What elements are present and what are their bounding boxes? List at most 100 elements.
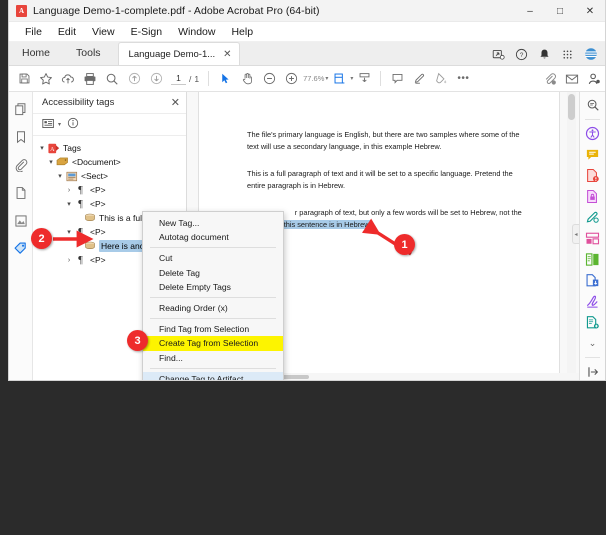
select-cursor-icon[interactable] bbox=[214, 68, 236, 90]
context-menu-item[interactable]: Reading Order (x) bbox=[143, 301, 283, 315]
callout-badge-1: 1 bbox=[394, 234, 415, 255]
panel-collapse-handle[interactable]: ◂ bbox=[572, 224, 579, 244]
save-icon[interactable] bbox=[13, 68, 35, 90]
upload-cloud-icon[interactable] bbox=[57, 68, 79, 90]
notifications-bell-icon[interactable] bbox=[534, 44, 555, 65]
export-pdf-tool-icon[interactable] bbox=[583, 272, 603, 288]
page-separator: / bbox=[189, 73, 192, 84]
accessibility-tags-icon[interactable] bbox=[11, 239, 30, 258]
context-menu-separator bbox=[150, 247, 276, 249]
avatar-icon[interactable] bbox=[580, 44, 601, 65]
scroll-mode-icon[interactable] bbox=[353, 68, 375, 90]
close-button[interactable]: ✕ bbox=[575, 0, 605, 22]
context-menu-item[interactable]: Create Tag from Selection bbox=[143, 336, 283, 351]
previous-page-icon[interactable] bbox=[123, 68, 145, 90]
menu-edit[interactable]: Edit bbox=[51, 24, 83, 40]
fill-sign-tool-icon[interactable] bbox=[583, 293, 603, 309]
tree-row[interactable]: ▾ <Document> bbox=[37, 155, 186, 169]
twisty-expanded-icon[interactable]: ▾ bbox=[64, 200, 74, 208]
content-icon[interactable] bbox=[11, 211, 30, 230]
share-cloud-icon[interactable] bbox=[488, 44, 509, 65]
context-menu-item[interactable]: Cut bbox=[143, 251, 283, 265]
acrobat-window: A Language Demo-1-complete.pdf - Adobe A… bbox=[8, 0, 606, 381]
tab-tools[interactable]: Tools bbox=[63, 41, 114, 65]
page-number-input[interactable]: 1 bbox=[171, 72, 186, 85]
search-tool-icon[interactable] bbox=[583, 97, 603, 113]
zoom-in-icon[interactable] bbox=[280, 68, 302, 90]
help-icon[interactable]: ? bbox=[511, 44, 532, 65]
star-favorite-icon[interactable] bbox=[35, 68, 57, 90]
page-thumbnails-icon[interactable] bbox=[11, 99, 30, 118]
document-icon[interactable] bbox=[11, 183, 30, 202]
menu-file[interactable]: File bbox=[18, 24, 49, 40]
document-tab[interactable]: Language Demo-1... ✕ bbox=[117, 42, 240, 65]
comment-tool-icon[interactable] bbox=[583, 147, 603, 163]
more-tools-button[interactable]: ••• bbox=[452, 68, 474, 90]
print-icon[interactable] bbox=[79, 68, 101, 90]
zoom-level-label[interactable]: 77.6% bbox=[303, 74, 324, 83]
context-menu-item-label: Cut bbox=[159, 253, 173, 264]
menu-view[interactable]: View bbox=[85, 24, 122, 40]
twisty-collapsed-icon[interactable]: › bbox=[64, 257, 74, 264]
vertical-scrollbar-thumb[interactable] bbox=[568, 94, 575, 120]
page-total: 1 bbox=[194, 73, 200, 84]
panel-options-caret-icon[interactable]: ▾ bbox=[58, 121, 61, 128]
tree-row[interactable]: › ¶ <P> bbox=[37, 183, 186, 197]
menu-esign[interactable]: E-Sign bbox=[124, 24, 170, 40]
context-menu-item[interactable]: Autotag document bbox=[143, 230, 283, 244]
context-menu-item[interactable]: Delete Tag bbox=[143, 266, 283, 280]
accessibility-tool-icon[interactable] bbox=[583, 126, 603, 142]
hand-pan-icon[interactable] bbox=[236, 68, 258, 90]
context-menu-item-label: Create Tag from Selection bbox=[159, 338, 259, 349]
edit-pdf-tool-icon[interactable] bbox=[583, 210, 603, 226]
email-icon[interactable] bbox=[561, 68, 583, 90]
close-icon[interactable]: ✕ bbox=[223, 49, 231, 60]
tab-strip: Home Tools Language Demo-1... ✕ ? bbox=[9, 42, 605, 66]
tree-row-label: <P> bbox=[90, 199, 106, 209]
info-icon[interactable] bbox=[67, 116, 79, 134]
tree-row-label: <P> bbox=[90, 255, 106, 265]
tree-row[interactable]: ▾ <Sect> bbox=[37, 169, 186, 183]
fill-sign-icon[interactable] bbox=[430, 68, 452, 90]
tree-row[interactable]: ▾ ¶ <P> bbox=[37, 197, 186, 211]
context-menu-item-label: Reading Order (x) bbox=[159, 303, 228, 314]
menu-window[interactable]: Window bbox=[171, 24, 222, 40]
tree-row[interactable]: ▾ A Tags bbox=[37, 141, 186, 155]
comment-icon[interactable] bbox=[386, 68, 408, 90]
menu-help[interactable]: Help bbox=[224, 24, 260, 40]
compare-files-tool-icon[interactable] bbox=[583, 252, 603, 268]
search-icon[interactable] bbox=[101, 68, 123, 90]
tree-row-label: <Sect> bbox=[81, 171, 108, 181]
panel-options-icon[interactable] bbox=[42, 116, 55, 134]
context-menu-item[interactable]: New Tag... bbox=[143, 216, 283, 230]
share-user-icon[interactable] bbox=[583, 68, 605, 90]
twisty-expanded-icon[interactable]: ▾ bbox=[46, 158, 56, 166]
app-grid-icon[interactable] bbox=[557, 44, 578, 65]
attachments-icon[interactable] bbox=[11, 155, 30, 174]
minimize-button[interactable]: – bbox=[515, 0, 545, 22]
fit-page-icon[interactable] bbox=[328, 68, 350, 90]
close-icon[interactable]: ✕ bbox=[171, 96, 180, 109]
twisty-expanded-icon[interactable]: ▾ bbox=[55, 172, 65, 180]
context-menu-item[interactable]: Change Tag to Artifact... bbox=[143, 371, 283, 380]
context-menu-item[interactable]: Delete Empty Tags bbox=[143, 280, 283, 294]
paragraph-tag-icon: ¶ bbox=[78, 254, 83, 266]
protect-tool-icon[interactable] bbox=[583, 189, 603, 205]
twisty-collapsed-icon[interactable]: › bbox=[64, 187, 74, 194]
panel-toolbar: ▾ bbox=[33, 114, 186, 136]
maximize-button[interactable]: □ bbox=[545, 0, 575, 22]
attach-icon[interactable] bbox=[539, 68, 561, 90]
organize-pages-tool-icon[interactable] bbox=[583, 231, 603, 247]
tab-home[interactable]: Home bbox=[9, 41, 63, 65]
more-tools-caret-icon[interactable]: ⌄ bbox=[583, 335, 603, 351]
context-menu-item[interactable]: Find... bbox=[143, 351, 283, 365]
context-menu-item[interactable]: Find Tag from Selection bbox=[143, 322, 283, 336]
twisty-expanded-icon[interactable]: ▾ bbox=[37, 144, 47, 152]
collapse-panel-icon[interactable] bbox=[583, 364, 603, 380]
highlight-icon[interactable] bbox=[408, 68, 430, 90]
redact-tool-icon[interactable] bbox=[583, 168, 603, 184]
next-page-icon[interactable] bbox=[145, 68, 167, 90]
zoom-out-icon[interactable] bbox=[258, 68, 280, 90]
create-pdf-tool-icon[interactable] bbox=[583, 314, 603, 330]
bookmarks-icon[interactable] bbox=[11, 127, 30, 146]
